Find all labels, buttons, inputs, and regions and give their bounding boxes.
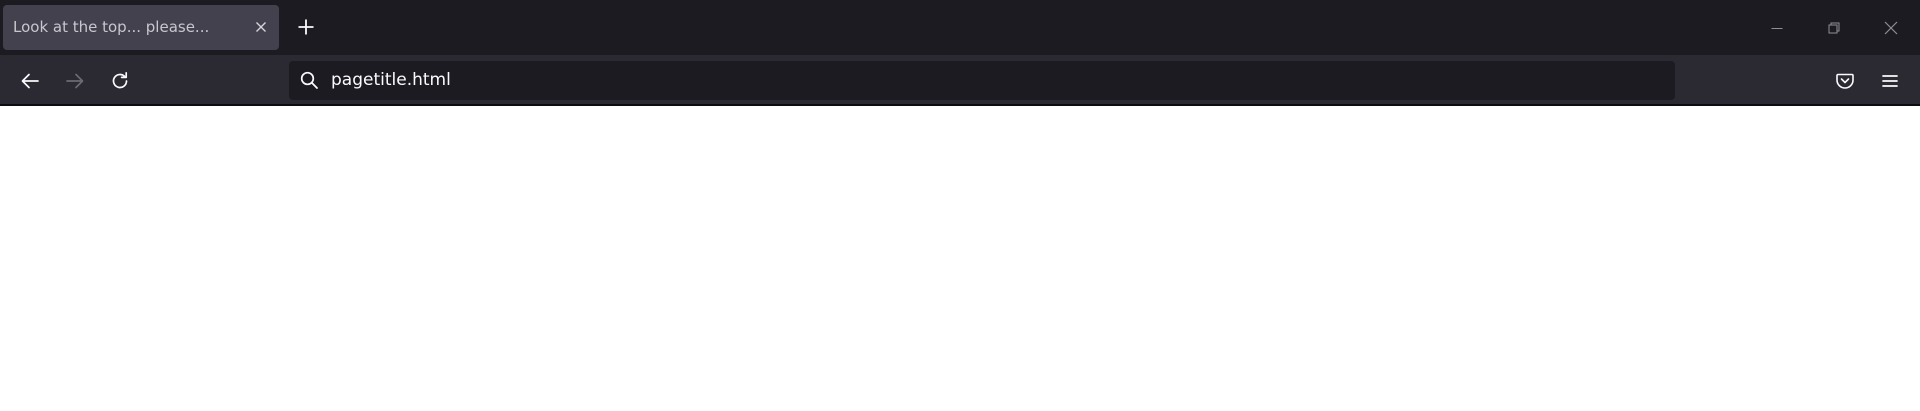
tab-title: Look at the top... please... [13, 18, 210, 36]
url-bar[interactable]: pagetitle.html [289, 61, 1675, 100]
reload-button[interactable] [103, 64, 137, 98]
new-tab-button[interactable] [292, 13, 320, 41]
tab-strip: Look at the top... please... [0, 0, 1920, 55]
navigation-toolbar: pagetitle.html [0, 55, 1920, 106]
tab-active[interactable]: Look at the top... please... [3, 5, 279, 50]
page-content[interactable] [0, 106, 1920, 411]
restore-icon [1828, 22, 1840, 33]
plus-icon [298, 19, 314, 35]
minimize-button[interactable] [1749, 0, 1805, 55]
tab-close-button[interactable] [251, 17, 271, 37]
reload-icon [112, 71, 128, 89]
close-icon [256, 22, 266, 32]
minimize-icon [1771, 27, 1783, 29]
save-to-pocket-button[interactable] [1828, 64, 1862, 98]
app-menu-button[interactable] [1873, 64, 1907, 98]
pocket-icon [1836, 73, 1854, 89]
close-window-button[interactable] [1863, 0, 1919, 55]
back-arrow-icon [21, 73, 39, 89]
search-icon [298, 69, 320, 91]
url-input[interactable]: pagetitle.html [331, 61, 451, 100]
back-button[interactable] [13, 64, 47, 98]
restore-button[interactable] [1806, 0, 1862, 55]
forward-arrow-icon [66, 73, 84, 89]
forward-button[interactable] [58, 64, 92, 98]
close-icon [1884, 21, 1898, 34]
hamburger-menu-icon [1882, 75, 1898, 87]
